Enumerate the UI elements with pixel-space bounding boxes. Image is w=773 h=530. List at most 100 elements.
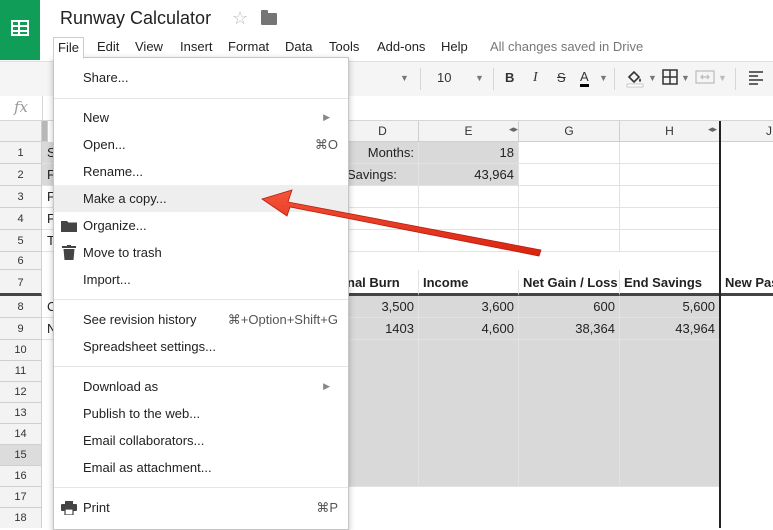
row-header-18[interactable]: 18 (0, 508, 42, 528)
row-header-17[interactable]: 17 (0, 487, 42, 508)
column-header-j[interactable]: J (721, 121, 773, 142)
cell-e9[interactable]: 4,600 (419, 318, 519, 340)
cell-e2[interactable]: 43,964 (419, 164, 519, 186)
font-size-caret-icon[interactable]: ▼ (475, 73, 484, 83)
column-header-h[interactable]: H (620, 121, 720, 142)
text-color-caret-icon[interactable]: ▼ (599, 73, 608, 83)
row-header-4[interactable]: 4 (0, 208, 42, 230)
cell-e5[interactable] (419, 230, 519, 252)
column-header-g[interactable]: G (519, 121, 620, 142)
cell-e8[interactable]: 3,600 (419, 296, 519, 318)
cell-h9[interactable]: 43,964 (620, 318, 720, 340)
font-size-select[interactable]: 10 (437, 70, 451, 85)
cell-e1[interactable]: 18 (419, 142, 519, 164)
header-new-pass[interactable]: New Pas (721, 270, 773, 296)
borders-icon[interactable] (662, 69, 678, 88)
cell-g9[interactable]: 38,364 (519, 318, 620, 340)
merge-caret-icon[interactable]: ▼ (718, 73, 727, 83)
cell-d2[interactable]: Savings: (347, 164, 419, 186)
menu-view[interactable]: View (131, 37, 167, 57)
cell-h4[interactable] (620, 208, 720, 230)
row-header-12[interactable]: 12 (0, 382, 42, 403)
row-header-8[interactable]: 8 (0, 296, 42, 318)
row-header-10[interactable]: 10 (0, 340, 42, 361)
cell-d1[interactable]: Months: (347, 142, 419, 164)
strikethrough-button[interactable]: S (557, 70, 566, 85)
menu-data[interactable]: Data (281, 37, 316, 57)
row-header-9[interactable]: 9 (0, 318, 42, 340)
menu-item-spreadsheet-settings[interactable]: Spreadsheet settings... (54, 333, 348, 360)
menu-item-email-attachment[interactable]: Email as attachment... (54, 454, 348, 481)
row-header-6[interactable]: 6 (0, 252, 42, 270)
menu-item-organize[interactable]: Organize... (54, 212, 348, 239)
menu-addons[interactable]: Add-ons (373, 37, 429, 57)
bold-button[interactable]: B (505, 70, 514, 85)
menu-insert[interactable]: Insert (176, 37, 217, 57)
row-header-13[interactable]: 13 (0, 403, 42, 424)
selected-range-g[interactable] (519, 340, 620, 487)
menu-help[interactable]: Help (437, 37, 472, 57)
italic-button[interactable]: I (533, 70, 538, 86)
cell-d4[interactable] (347, 208, 419, 230)
cell-h2[interactable] (620, 164, 720, 186)
cell-h5[interactable] (620, 230, 720, 252)
row-header-11[interactable]: 11 (0, 361, 42, 382)
borders-caret-icon[interactable]: ▼ (681, 73, 690, 83)
menu-item-rename[interactable]: Rename... (54, 158, 348, 185)
cell-g8[interactable]: 600 (519, 296, 620, 318)
row-header-16[interactable]: 16 (0, 466, 42, 487)
selected-range-h[interactable] (620, 340, 720, 487)
menu-item-share[interactable]: Share... (54, 64, 348, 91)
menu-item-open[interactable]: Open... ⌘O (54, 131, 348, 158)
menu-item-publish[interactable]: Publish to the web... (54, 400, 348, 427)
cell-g1[interactable] (519, 142, 620, 164)
cell-h3[interactable] (620, 186, 720, 208)
text-color-button[interactable]: A (580, 70, 589, 87)
cell-g3[interactable] (519, 186, 620, 208)
column-e-arrows-icon[interactable]: ◂▸ (509, 124, 518, 135)
column-header-a-selected[interactable] (42, 121, 48, 142)
row-header-14[interactable]: 14 (0, 424, 42, 445)
column-header-d[interactable]: D (347, 121, 419, 142)
merge-cells-icon[interactable] (695, 69, 715, 88)
cell-d3[interactable] (347, 186, 419, 208)
star-icon[interactable]: ☆ (232, 8, 248, 29)
menu-item-email-collaborators[interactable]: Email collaborators... (54, 427, 348, 454)
cell-g4[interactable] (519, 208, 620, 230)
document-title[interactable]: Runway Calculator (60, 8, 211, 29)
selected-range-d[interactable] (347, 340, 419, 487)
cell-h8[interactable]: 5,600 (620, 296, 720, 318)
font-dropdown-caret-icon[interactable]: ▼ (400, 73, 409, 83)
header-monthly-burn[interactable]: nal Burn (347, 270, 419, 296)
cell-d9[interactable]: 1403 (347, 318, 419, 340)
menu-item-revision-history[interactable]: See revision history ⌘+Option+Shift+G (54, 306, 348, 333)
fill-color-caret-icon[interactable]: ▼ (648, 73, 657, 83)
row-header-15[interactable]: 15 (0, 445, 42, 466)
column-header-e[interactable]: E (419, 121, 519, 142)
select-all-corner[interactable] (0, 121, 42, 142)
cell-h1[interactable] (620, 142, 720, 164)
cell-g5[interactable] (519, 230, 620, 252)
menu-tools[interactable]: Tools (325, 37, 363, 57)
cell-d5[interactable] (347, 230, 419, 252)
row-header-1[interactable]: 1 (0, 142, 42, 164)
sheets-logo-icon[interactable] (0, 0, 40, 60)
menu-format[interactable]: Format (224, 37, 273, 57)
row-header-5[interactable]: 5 (0, 230, 42, 252)
menu-edit[interactable]: Edit (93, 37, 123, 57)
cell-e3[interactable] (419, 186, 519, 208)
fill-color-icon[interactable] (625, 68, 645, 91)
column-h-arrows-icon[interactable]: ◂▸ (708, 124, 717, 135)
menu-item-new[interactable]: New ▶ (54, 104, 348, 131)
folder-icon[interactable] (261, 10, 277, 25)
save-status[interactable]: All changes saved in Drive (490, 37, 643, 57)
header-end-savings[interactable]: End Savings (620, 270, 720, 296)
row-header-3[interactable]: 3 (0, 186, 42, 208)
menu-file[interactable]: File (53, 37, 84, 59)
menu-item-download-as[interactable]: Download as ▶ (54, 373, 348, 400)
menu-item-make-a-copy[interactable]: Make a copy... (54, 185, 348, 212)
selected-range-e[interactable] (419, 340, 519, 487)
align-left-icon[interactable] (748, 69, 764, 88)
menu-item-import[interactable]: Import... (54, 266, 348, 293)
cell-g2[interactable] (519, 164, 620, 186)
